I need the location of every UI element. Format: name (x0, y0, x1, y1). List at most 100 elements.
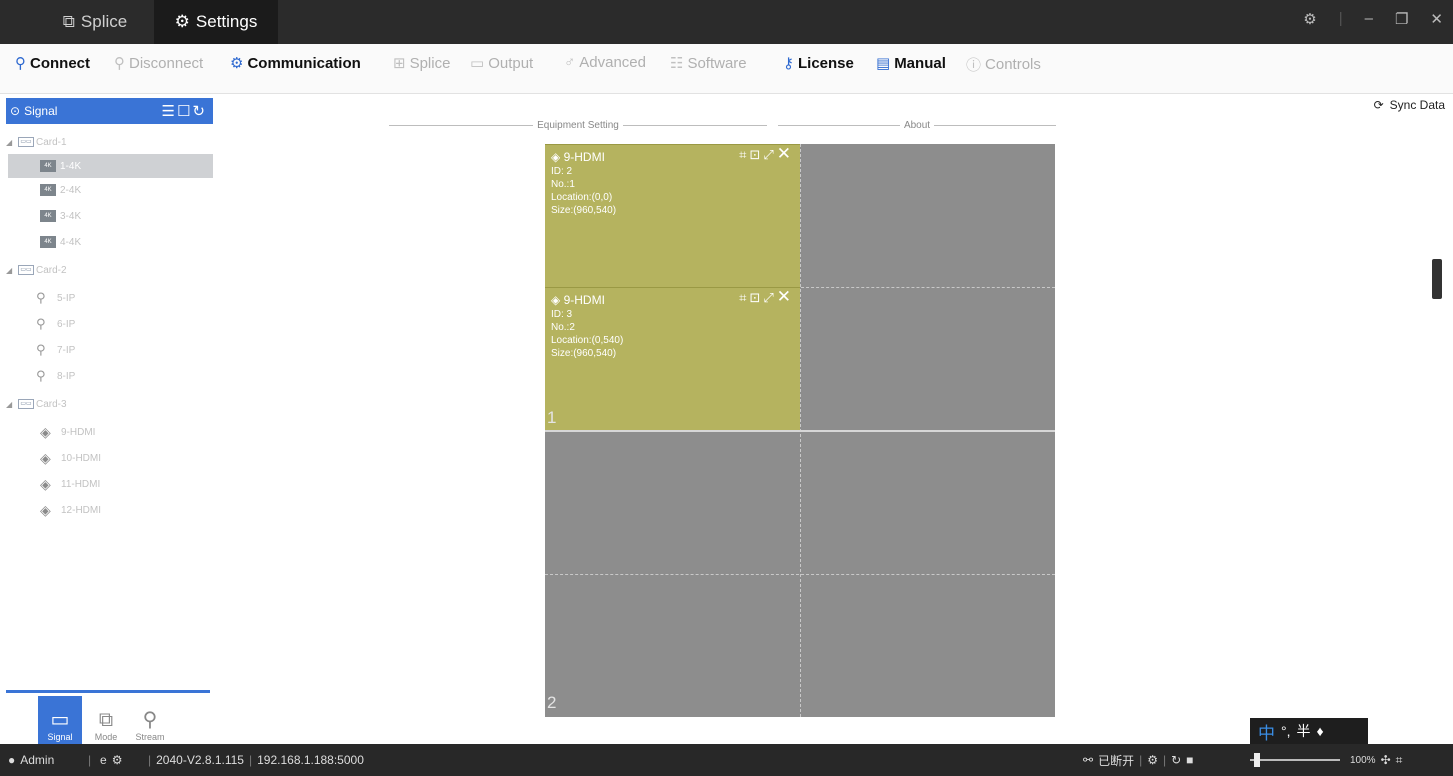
card-icon: ▭▭ (18, 399, 34, 409)
ime-width[interactable]: 半 (1297, 721, 1311, 741)
signal-panel: ⊙ Signal ☰☐↻ ◢ ▭▭ Card-1 4K 1-4K 4K 2-4K 4K 3… (0, 94, 220, 744)
video-wall-canvas[interactable]: ◈ 9-HDMI ID: 2 No.:1 Location:(0,0) Size… (545, 144, 1055, 717)
maximize-icon[interactable]: ⤢ (763, 290, 776, 305)
ie-icon[interactable]: e (100, 753, 107, 767)
ime-toolbar[interactable]: 中 °, 半 ♦ (1250, 718, 1368, 744)
communication-button[interactable]: ⚙ Communication (230, 54, 361, 73)
tree-item-1-4k[interactable]: 4K 1-4K (8, 154, 213, 178)
sync-data-button[interactable]: ⟳ Sync Data (1374, 98, 1445, 112)
signal-window-2[interactable]: ◈ 9-HDMI ID: 3 No.:2 Location:(0,540) Si… (545, 287, 800, 430)
fit-icon[interactable]: ⊡ (749, 147, 763, 162)
ip-camera-icon: ⚲ (36, 368, 46, 383)
tree-card-3[interactable]: ◢ ▭▭ Card-3 (6, 392, 213, 416)
connect-button[interactable]: ⚲ Connect (15, 54, 90, 73)
output-icon: ▭ (470, 55, 485, 72)
minimize-icon[interactable]: – (1365, 10, 1373, 28)
disconnect-button[interactable]: ⚲ Disconnect (114, 54, 203, 73)
move-icon[interactable]: ✣ (1381, 753, 1391, 767)
splice-button[interactable]: ⊞ Splice (393, 54, 450, 73)
copy-icon: ⧉ (98, 709, 114, 731)
stop-icon[interactable]: ■ (1186, 753, 1193, 767)
tree-item-8-ip[interactable]: ⚲ 8-IP (8, 364, 213, 388)
user-icon: ● (8, 753, 16, 767)
refresh-icon[interactable]: ↻ (1171, 753, 1181, 767)
gear-icon: ⚙ (174, 12, 190, 31)
window-id: ID: 2 (551, 166, 573, 177)
software-button[interactable]: ☷ Software (670, 54, 747, 73)
tree-item-2-4k[interactable]: 4K 2-4K (8, 178, 213, 202)
hdmi-icon: ◈ (40, 449, 51, 466)
info-icon: ⓘ (966, 57, 982, 74)
tree-item-10-hdmi[interactable]: ◈ 10-HDMI (8, 446, 213, 470)
input-4k-icon: 4K (40, 210, 56, 222)
mode-tab-mode[interactable]: ⧉ Mode (84, 696, 128, 744)
toolbar: ⚲ Connect ⚲ Disconnect ⚙ Communication ⊞ Spl… (0, 44, 1453, 131)
square-icon[interactable]: ☐ (177, 103, 192, 120)
ip-camera-icon: ⚲ (36, 316, 46, 331)
zoom-slider[interactable] (1250, 752, 1340, 767)
close-icon[interactable]: ✕ (777, 287, 794, 306)
side-scroll-handle[interactable] (1432, 259, 1442, 299)
tree-item-6-ip[interactable]: ⚲ 6-IP (8, 312, 213, 336)
license-button[interactable]: ⚷ License (783, 54, 854, 73)
tree-item-12-hdmi[interactable]: ◈ 12-HDMI (8, 498, 213, 522)
mode-tab-signal[interactable]: ▭ Signal (38, 696, 82, 744)
signal-header: ⊙ Signal ☰☐↻ (6, 98, 213, 124)
ip-camera-icon: ⚲ (36, 290, 46, 305)
close-icon[interactable]: ✕ (777, 144, 794, 163)
shrink-icon[interactable]: ⌗ (1396, 753, 1403, 768)
caret-icon: ◢ (6, 399, 13, 409)
restore-icon[interactable]: ❐ (1395, 10, 1408, 28)
gear-icon: ⚙ (230, 55, 244, 72)
ime-language[interactable]: 中 (1258, 719, 1275, 744)
link-icon: ⚯ (1083, 753, 1094, 767)
list-icon[interactable]: ☰ (162, 103, 177, 120)
caret-icon: ◢ (6, 265, 13, 275)
tree-item-7-ip[interactable]: ⚲ 7-IP (8, 338, 213, 362)
window-size: Size:(960,540) (551, 348, 617, 359)
tree-item-11-hdmi[interactable]: ◈ 11-HDMI (8, 472, 213, 496)
tree-item-4-4k[interactable]: 4K 4-4K (8, 230, 213, 254)
tab-settings[interactable]: ⚙ Settings (154, 0, 278, 44)
tree-card-1[interactable]: ◢ ▭▭ Card-1 (6, 130, 213, 154)
advanced-button[interactable]: ♂ Advanced (564, 54, 646, 71)
window-controls: ⚙ | – ❐ ✕ (1303, 10, 1443, 28)
refresh-icon[interactable]: ↻ (192, 103, 207, 120)
gear-icon[interactable]: ⚙ (112, 753, 123, 767)
sliders-icon: ☷ (670, 55, 684, 72)
key-icon: ⚷ (783, 55, 794, 72)
tree-item-5-ip[interactable]: ⚲ 5-IP (8, 286, 213, 310)
connect-icon: ⚲ (15, 55, 26, 72)
shirt-icon[interactable]: ♦ (1317, 723, 1324, 739)
settings-icon[interactable]: ⚙ (1147, 753, 1158, 767)
tab-splice[interactable]: ⧉ Splice (40, 0, 150, 44)
maximize-icon[interactable]: ⤢ (763, 147, 776, 162)
window-location: Location:(0,0) (551, 192, 613, 203)
grid-icon: ⊞ (393, 55, 406, 72)
input-4k-icon: 4K (40, 236, 56, 248)
input-4k-icon: 4K (40, 160, 56, 172)
window-icon: ⧉ (62, 12, 75, 31)
manual-button[interactable]: ▤ Manual (876, 54, 946, 73)
tree-item-9-hdmi[interactable]: ◈ 9-HDMI (8, 420, 213, 444)
disconnect-icon: ⚲ (114, 55, 125, 72)
tree-item-3-4k[interactable]: 4K 3-4K (8, 204, 213, 228)
mode-tab-stream[interactable]: ⚲ Stream (128, 696, 172, 744)
output-button[interactable]: ▭ Output (470, 54, 533, 73)
close-icon[interactable]: ✕ (1430, 10, 1443, 28)
ime-punctuation[interactable]: °, (1281, 723, 1291, 739)
tree-card-2[interactable]: ◢ ▭▭ Card-2 (6, 258, 213, 282)
signal-window-1[interactable]: ◈ 9-HDMI ID: 2 No.:1 Location:(0,0) Size… (545, 144, 800, 287)
camera-icon: ⚲ (142, 709, 158, 731)
fit-icon[interactable]: ⊡ (749, 290, 763, 305)
grid-divider (545, 574, 1055, 575)
screen-separator (545, 430, 1055, 432)
zoom-knob[interactable] (1254, 753, 1260, 767)
collapse-icon[interactable]: ⊙ (10, 104, 20, 118)
shrink-icon[interactable]: ⌗ (739, 290, 749, 305)
user-status: ● Admin (8, 753, 55, 767)
controls-button[interactable]: ⓘ Controls (966, 54, 1041, 75)
settings-icon[interactable]: ⚙ (1303, 10, 1316, 28)
shrink-icon[interactable]: ⌗ (739, 147, 749, 162)
status-bar: ● Admin | e ⚙ | 2040-V2.8.1.115 | 192.168.1.1… (0, 744, 1453, 776)
